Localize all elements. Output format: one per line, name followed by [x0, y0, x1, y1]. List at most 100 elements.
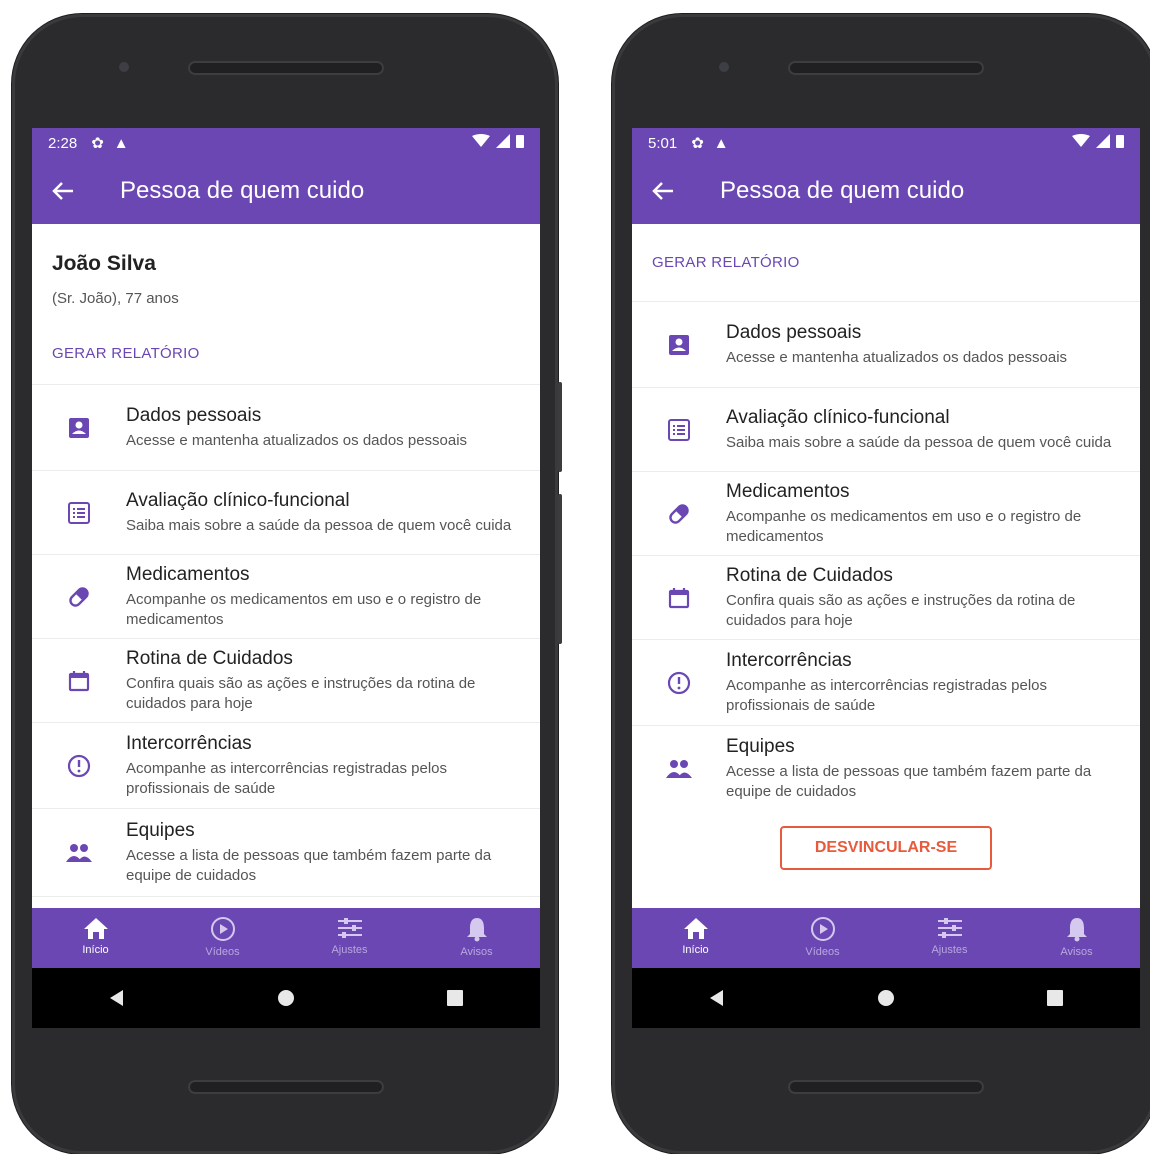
page-title: Pessoa de quem cuido	[120, 177, 365, 204]
people-icon	[666, 760, 692, 778]
signal-icon	[1096, 134, 1110, 148]
front-camera	[719, 62, 729, 72]
nav-label: Avisos	[1060, 946, 1093, 958]
profile-header: João Silva (Sr. João), 77 anos	[32, 224, 540, 307]
menu-item-dados-pessoais[interactable]: Dados pessoais Acesse e mantenha atualiza…	[32, 385, 540, 471]
recents-square-icon[interactable]	[445, 988, 465, 1008]
generate-report-button[interactable]: GERAR RELATÓRIO	[32, 345, 220, 362]
menu-item-title: Avaliação clínico-funcional	[726, 406, 950, 428]
menu-item-rotina[interactable]: Rotina de Cuidados Confira quais são as a…	[32, 639, 540, 723]
app-bar: Pessoa de quem cuido	[32, 158, 540, 224]
list-icon	[668, 418, 690, 441]
menu-item-desc: Acesse e mantenha atualizados os dados p…	[726, 348, 1068, 366]
menu-item-desc: Acompanhe as intercorrências registradas…	[726, 676, 1047, 714]
nav-label: Vídeos	[805, 946, 840, 958]
status-bar: 2:28 ✿ ▲	[32, 128, 540, 158]
nav-ajustes[interactable]: Ajustes	[886, 908, 1013, 968]
menu-item-intercorrencias[interactable]: Intercorrências Acompanhe as intercorrênc…	[32, 723, 540, 809]
warning-icon: ▲	[113, 134, 129, 152]
nav-label: Vídeos	[205, 946, 240, 958]
page-title: Pessoa de quem cuido	[720, 177, 965, 204]
menu-item-equipes[interactable]: Equipes Acesse a lista de pessoas que tam…	[632, 726, 1140, 812]
menu-item-desc: Saiba mais sobre a saúde da pessoa de qu…	[726, 433, 1112, 451]
nav-inicio[interactable]: Início	[32, 908, 159, 968]
menu-item-desc: Acompanhe os medicamentos em uso e o reg…	[726, 507, 1082, 545]
app-bar: Pessoa de quem cuido	[632, 158, 1140, 224]
menu-item-desc: Acompanhe os medicamentos em uso e o reg…	[126, 590, 482, 628]
screen: 5:01 ✿ ▲ Pessoa de quem cuido GERAR RELA…	[632, 128, 1140, 1028]
play-circle-icon	[210, 917, 235, 941]
nav-ajustes[interactable]: Ajustes	[286, 908, 413, 968]
person-card-icon	[669, 334, 689, 355]
unlink-button[interactable]: DESVINCULAR-SE	[780, 826, 992, 870]
menu-item-desc: Acesse e mantenha atualizados os dados p…	[126, 431, 468, 449]
people-icon	[66, 843, 92, 862]
nav-label: Início	[682, 944, 709, 956]
front-camera	[119, 62, 129, 72]
nav-inicio[interactable]: Início	[632, 908, 759, 968]
bell-icon	[466, 918, 487, 942]
pill-icon	[69, 586, 89, 607]
alert-icon	[667, 671, 691, 694]
menu-item-avaliacao[interactable]: Avaliação clínico-funcional Saiba mais so…	[632, 388, 1140, 472]
menu-item-medicamentos[interactable]: Medicamentos Acompanhe os medicamentos em…	[32, 555, 540, 639]
bottom-nav: Início Vídeos Ajustes Avisos	[632, 908, 1140, 968]
menu-item-title: Avaliação clínico-funcional	[126, 489, 350, 511]
back-arrow-icon[interactable]	[652, 181, 688, 201]
menu-item-avaliacao[interactable]: Avaliação clínico-funcional Saiba mais so…	[32, 471, 540, 555]
menu-item-dados-pessoais[interactable]: Dados pessoais Acesse e mantenha atualiza…	[632, 302, 1140, 388]
menu-item-title: Dados pessoais	[726, 321, 862, 343]
status-time: 5:01	[648, 134, 678, 152]
recents-square-icon[interactable]	[1045, 988, 1065, 1008]
battery-icon	[516, 135, 524, 148]
menu-item-rotina[interactable]: Rotina de Cuidados Confira quais são as a…	[632, 556, 1140, 640]
menu-item-title: Medicamentos	[726, 480, 850, 502]
status-time: 2:28	[48, 134, 78, 152]
phone-right: 5:01 ✿ ▲ Pessoa de quem cuido GERAR RELA…	[612, 14, 1150, 1154]
nav-label: Início	[82, 944, 109, 956]
nav-label: Ajustes	[931, 944, 968, 956]
menu-item-medicamentos[interactable]: Medicamentos Acompanhe os medicamentos em…	[632, 472, 1140, 556]
menu-item-intercorrencias[interactable]: Intercorrências Acompanhe as intercorrênc…	[632, 640, 1140, 726]
power-button	[558, 494, 562, 644]
back-arrow-icon[interactable]	[52, 181, 88, 201]
menu-item-desc: Acompanhe as intercorrências registradas…	[126, 759, 447, 797]
status-bar: 5:01 ✿ ▲	[632, 128, 1140, 158]
back-triangle-icon[interactable]	[107, 988, 127, 1008]
signal-icon	[496, 134, 510, 148]
generate-report-button[interactable]: GERAR RELATÓRIO	[632, 254, 820, 271]
wifi-icon	[1072, 134, 1090, 147]
nav-avisos[interactable]: Avisos	[1013, 908, 1140, 968]
battery-icon	[1116, 135, 1124, 148]
nav-avisos[interactable]: Avisos	[413, 908, 540, 968]
sliders-icon	[337, 918, 362, 938]
earpiece-speaker	[188, 61, 384, 75]
volume-button	[558, 382, 562, 472]
menu-list: Dados pessoais Acesse e mantenha atualiza…	[632, 301, 1140, 812]
home-circle-icon[interactable]	[276, 988, 296, 1008]
nav-videos[interactable]: Vídeos	[759, 908, 886, 968]
sliders-icon	[937, 918, 962, 938]
bottom-speaker	[188, 1080, 384, 1094]
menu-item-desc: Confira quais são as ações e instruções …	[726, 591, 1076, 629]
person-card-icon	[69, 417, 89, 438]
menu-item-title: Rotina de Cuidados	[726, 564, 893, 586]
calendar-icon	[668, 587, 690, 608]
system-nav-bar	[632, 968, 1140, 1028]
home-circle-icon[interactable]	[876, 988, 896, 1008]
nav-videos[interactable]: Vídeos	[159, 908, 286, 968]
home-icon	[683, 918, 708, 939]
pill-icon	[669, 503, 689, 524]
back-triangle-icon[interactable]	[707, 988, 727, 1008]
menu-item-desc: Acesse a lista de pessoas que também faz…	[726, 763, 1092, 800]
menu-item-title: Equipes	[126, 819, 195, 841]
settings-gear-icon: ✿	[91, 135, 104, 152]
alert-icon	[67, 754, 91, 777]
menu-item-title: Rotina de Cuidados	[126, 647, 293, 669]
menu-list: Dados pessoais Acesse e mantenha atualiza…	[32, 384, 540, 897]
menu-item-equipes[interactable]: Equipes Acesse a lista de pessoas que tam…	[32, 809, 540, 897]
nav-label: Avisos	[460, 946, 493, 958]
menu-item-title: Medicamentos	[126, 563, 250, 585]
phone-left: 2:28 ✿ ▲ Pessoa de quem cuido João Silva…	[12, 14, 562, 1154]
screen: 2:28 ✿ ▲ Pessoa de quem cuido João Silva…	[32, 128, 540, 1028]
